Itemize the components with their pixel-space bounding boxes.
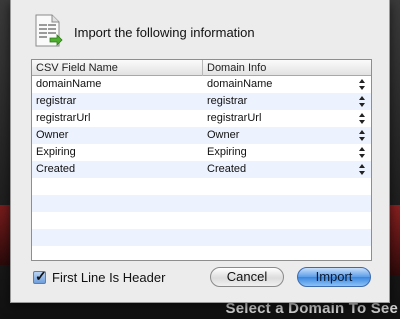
column-header-domain-info[interactable]: Domain Info — [203, 60, 371, 76]
table-row[interactable]: Owner Owner — [32, 127, 371, 144]
domain-info-popup[interactable]: registrarUrl — [203, 110, 353, 127]
dialog-title: Import the following information — [74, 25, 255, 40]
popup-arrows-icon[interactable] — [359, 130, 365, 141]
column-header-csv-field[interactable]: CSV Field Name — [32, 60, 203, 76]
domain-info-popup[interactable]: registrar — [203, 93, 353, 110]
popup-arrows-icon[interactable] — [359, 113, 365, 124]
import-sheet-dialog: Import the following information CSV Fie… — [10, 0, 390, 303]
csv-field-cell: registrarUrl — [36, 112, 91, 124]
csv-field-cell: domainName — [36, 78, 102, 90]
table-body: domainName domainName registrar registra… — [32, 76, 371, 260]
popup-arrows-icon[interactable] — [359, 79, 365, 90]
dialog-header: Import the following information — [11, 0, 389, 56]
csv-field-cell: Created — [36, 163, 76, 175]
popup-arrows-icon[interactable] — [359, 147, 365, 158]
import-button[interactable]: Import — [297, 267, 371, 287]
empty-row — [32, 212, 371, 229]
empty-row — [32, 195, 371, 212]
table-header: CSV Field Name Domain Info — [32, 60, 371, 76]
field-mapping-table[interactable]: CSV Field Name Domain Info domainName do… — [31, 59, 372, 261]
csv-field-cell: Owner — [36, 129, 69, 141]
domain-info-popup[interactable]: Expiring — [203, 144, 353, 161]
document-import-icon — [33, 14, 63, 48]
table-row[interactable]: Created Created — [32, 161, 371, 178]
table-row[interactable]: domainName domainName — [32, 76, 371, 93]
domain-info-popup[interactable]: domainName — [203, 76, 353, 93]
domain-info-popup[interactable]: Created — [203, 161, 353, 178]
popup-arrows-icon[interactable] — [359, 164, 365, 175]
popup-arrows-icon[interactable] — [359, 96, 365, 107]
first-line-header-label[interactable]: First Line Is Header — [52, 270, 165, 285]
table-row[interactable]: registrarUrl registrarUrl — [32, 110, 371, 127]
cancel-button[interactable]: Cancel — [210, 267, 284, 287]
first-line-header-checkbox[interactable]: ✓ — [33, 267, 47, 284]
empty-row — [32, 229, 371, 246]
csv-field-cell: registrar — [36, 95, 77, 107]
empty-row — [32, 178, 371, 195]
checkmark-icon: ✓ — [35, 267, 47, 284]
domain-info-popup[interactable]: Owner — [203, 127, 353, 144]
csv-field-cell: Expiring — [36, 146, 76, 158]
table-row[interactable]: registrar registrar — [32, 93, 371, 110]
first-line-header-option[interactable]: ✓ First Line Is Header — [33, 268, 165, 286]
table-row[interactable]: Expiring Expiring — [32, 144, 371, 161]
empty-row — [32, 246, 371, 260]
